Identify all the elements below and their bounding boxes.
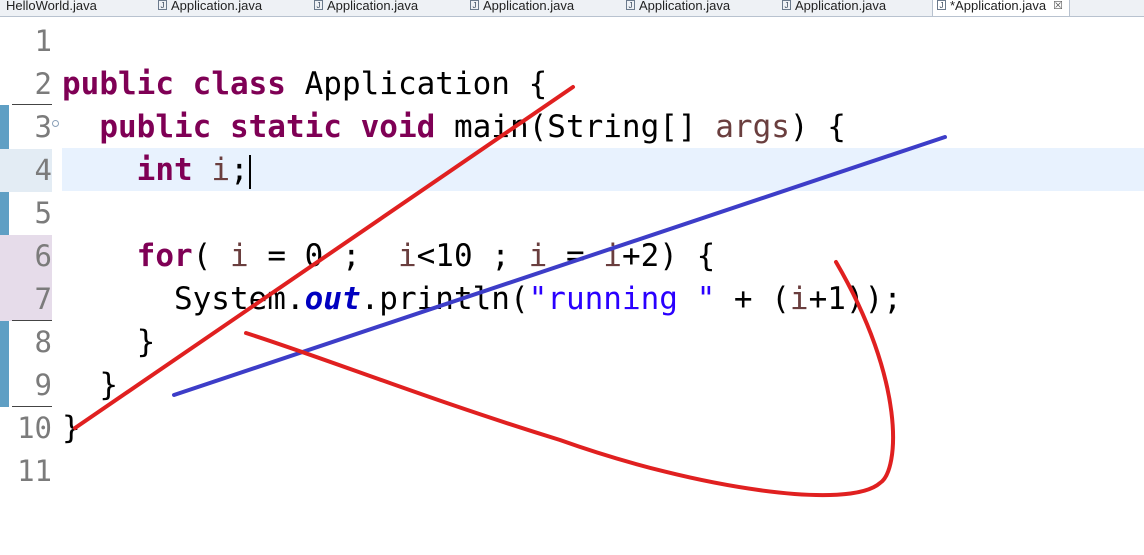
- code-line: }: [99, 367, 118, 403]
- line-number: 7: [0, 278, 52, 321]
- java-file-icon: J: [937, 0, 946, 10]
- tab-application-5[interactable]: J Application.java: [782, 0, 886, 16]
- line-number: 2: [34, 67, 52, 101]
- fold-toggle-icon[interactable]: [52, 120, 59, 127]
- code-line: }: [62, 410, 81, 446]
- code-line: public static void main(String[] args) {: [99, 109, 846, 145]
- tab-label: *Application.java: [950, 0, 1047, 13]
- java-file-icon: J: [158, 0, 167, 10]
- tab-label: HelloWorld.java: [6, 0, 97, 13]
- line-number: 10: [17, 411, 52, 445]
- line-number: 3: [34, 110, 52, 144]
- tab-application-3[interactable]: J Application.java: [470, 0, 574, 16]
- ruler-underline: [12, 104, 52, 105]
- ruler-underline: [12, 320, 52, 321]
- code-line: public class Application {: [62, 66, 548, 102]
- code-line: for( i = 0 ; i<10 ; i = i+2) {: [136, 238, 716, 274]
- close-icon[interactable]: ☒: [1053, 0, 1063, 12]
- tab-label: Application.java: [483, 0, 575, 13]
- tab-application-1[interactable]: J Application.java: [158, 0, 262, 16]
- tab-label: Application.java: [171, 0, 263, 13]
- code-line: }: [136, 324, 156, 360]
- tab-application-4[interactable]: J Application.java: [626, 0, 730, 16]
- text-cursor: [248, 154, 251, 189]
- line-number: 8: [34, 325, 52, 359]
- tab-label: Application.java: [795, 0, 887, 13]
- tab-application-2[interactable]: J Application.java: [314, 0, 418, 16]
- tab-application-active[interactable]: J *Application.java ☒: [932, 0, 1070, 16]
- ruler-underline: [12, 406, 52, 407]
- java-file-icon: J: [782, 0, 791, 10]
- java-file-icon: J: [626, 0, 635, 10]
- code-editor[interactable]: 1 2 3 4 5 6 7 8 9 10 11 public class App…: [0, 17, 1144, 555]
- code-line: int i;: [136, 152, 251, 189]
- line-number: 1: [34, 24, 52, 58]
- line-number: 6: [0, 235, 52, 278]
- java-file-icon: J: [470, 0, 479, 10]
- tab-helloworld[interactable]: HelloWorld.java: [6, 0, 97, 16]
- tab-label: Application.java: [327, 0, 419, 13]
- editor-tab-bar: HelloWorld.java J Application.java J App…: [0, 0, 1144, 17]
- line-number: 9: [34, 368, 52, 402]
- line-number: 5: [34, 196, 52, 230]
- tab-label: Application.java: [639, 0, 731, 13]
- line-number: 11: [17, 454, 52, 488]
- java-file-icon: J: [314, 0, 323, 10]
- line-number: 4: [0, 149, 52, 192]
- code-line: System.out.println("running " + (i+1));: [173, 281, 902, 317]
- line-number-ruler: 1 2 3 4 5 6 7 8 9 10 11: [0, 17, 60, 555]
